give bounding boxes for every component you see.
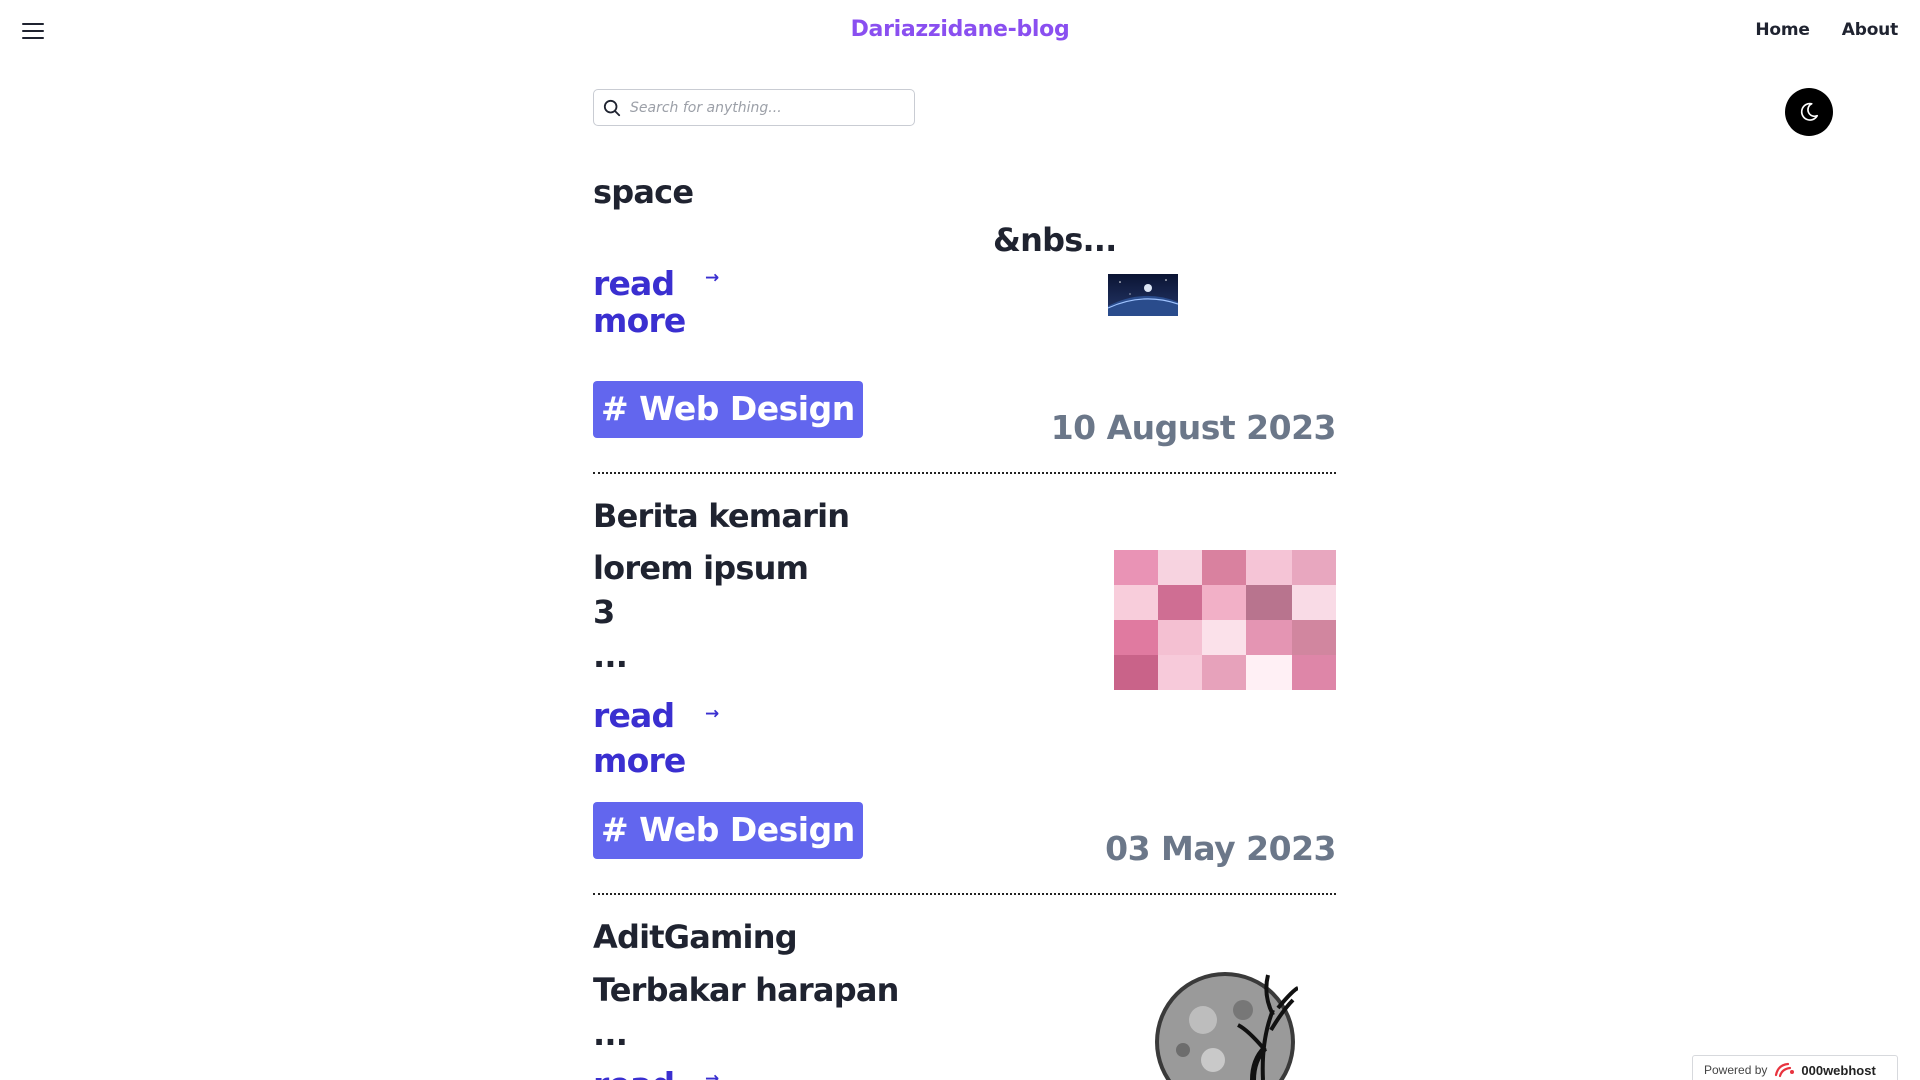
read-more-link[interactable]: read →	[593, 1065, 719, 1080]
post-divider	[593, 472, 1336, 474]
search-input[interactable]	[630, 99, 890, 116]
powered-by-badge[interactable]: Powered by 000webhost	[1692, 1055, 1898, 1080]
excerpt-line: Terbakar harapan	[593, 971, 899, 1009]
read-more-link[interactable]: read more →	[593, 264, 719, 340]
moon-tree-image	[1153, 970, 1298, 1080]
post-thumbnail[interactable]	[1114, 550, 1336, 690]
nav-home-link[interactable]: Home	[1755, 20, 1810, 40]
post-excerpt: Terbakar harapan ...	[593, 968, 899, 1056]
read-more-label: read	[593, 264, 675, 303]
nav-about-link[interactable]: About	[1842, 20, 1898, 40]
read-more-label: read	[593, 1065, 675, 1080]
post-thumbnail[interactable]	[1153, 970, 1298, 1080]
post-title[interactable]: AditGaming	[593, 918, 798, 956]
brand-name: 000webhost	[1801, 1062, 1876, 1078]
tag-badge[interactable]: # Web Design	[593, 802, 863, 859]
arrow-right-icon: →	[705, 268, 719, 288]
arrow-right-icon: →	[705, 704, 719, 724]
powered-by-label: Powered by	[1704, 1063, 1768, 1077]
post-title[interactable]: space	[593, 173, 694, 211]
read-more-label: read	[593, 696, 675, 735]
excerpt-line: ...	[593, 1015, 628, 1053]
post-excerpt: lorem ipsum 3 ...	[593, 546, 809, 678]
page: Dariazzidane-blog Home About space &nbs.…	[0, 0, 1920, 1080]
webhost-logo-icon	[1775, 1062, 1795, 1078]
post-divider	[593, 893, 1336, 895]
post-excerpt: &nbs...	[993, 221, 1117, 259]
tag-badge[interactable]: # Web Design	[593, 381, 863, 438]
site-title[interactable]: Dariazzidane-blog	[0, 17, 1920, 42]
dark-mode-toggle[interactable]	[1785, 88, 1833, 136]
search-icon	[603, 99, 621, 116]
search-box	[593, 89, 915, 126]
read-more-label: more	[593, 301, 686, 340]
pink-collage-image	[1114, 550, 1336, 690]
read-more-link[interactable]: read more →	[593, 693, 719, 783]
post-title[interactable]: Berita kemarin	[593, 497, 850, 535]
excerpt-line: ...	[593, 637, 628, 675]
space-image	[1108, 274, 1178, 316]
moon-icon	[1800, 102, 1819, 121]
top-nav: Home About	[1755, 20, 1898, 40]
post-date: 03 May 2023	[1105, 829, 1336, 868]
post-date: 10 August 2023	[1050, 408, 1337, 447]
excerpt-line: 3	[593, 593, 615, 631]
post-thumbnail[interactable]	[1108, 274, 1178, 316]
arrow-right-icon: →	[705, 1069, 719, 1080]
excerpt-line: lorem ipsum	[593, 549, 809, 587]
read-more-label: more	[593, 741, 686, 780]
